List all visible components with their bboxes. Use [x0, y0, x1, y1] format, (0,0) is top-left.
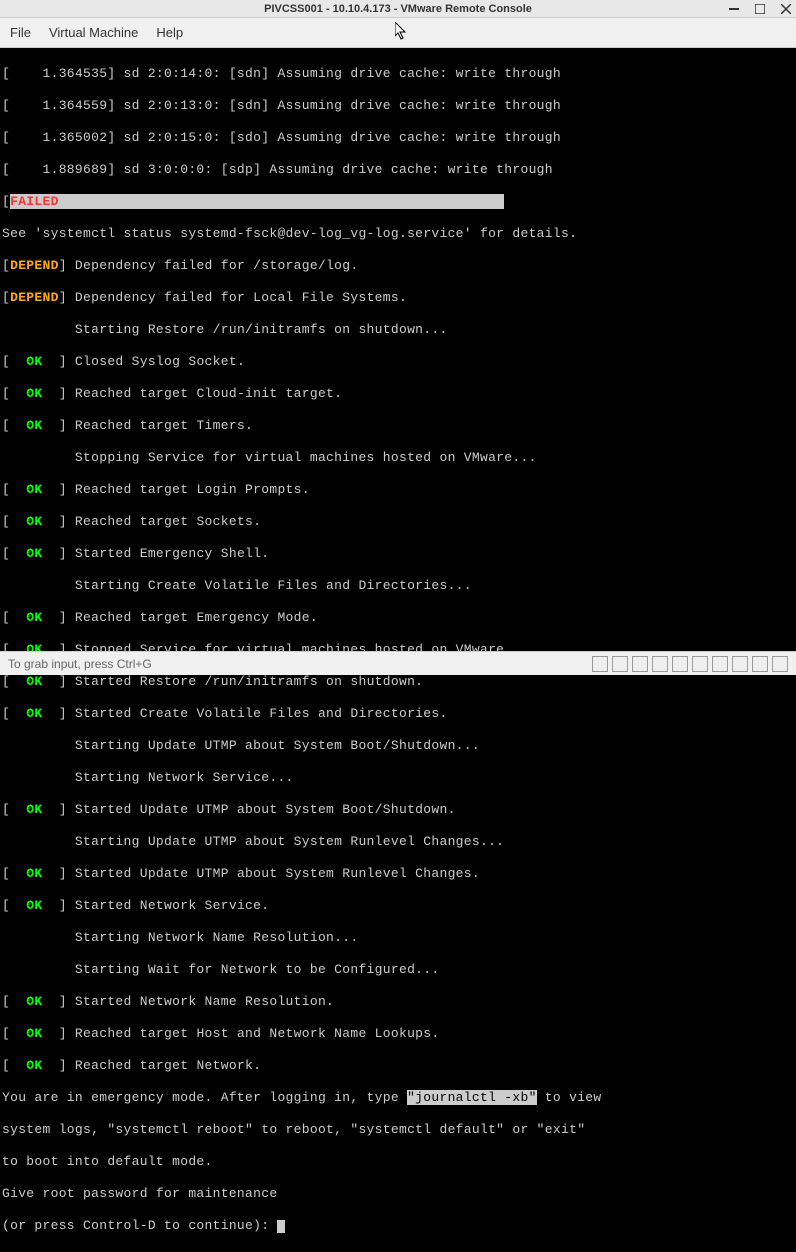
- boot-line: system logs, "systemctl reboot" to reboo…: [2, 1122, 794, 1138]
- statusbar: To grab input, press Ctrl+G: [0, 651, 796, 675]
- hdd-icon[interactable]: [652, 656, 668, 672]
- hdd-icon[interactable]: [592, 656, 608, 672]
- hdd-icon[interactable]: [692, 656, 708, 672]
- boot-line: [ 1.889689] sd 3:0:0:0: [sdp] Assuming d…: [2, 162, 794, 178]
- boot-line: [ OK ] Started Update UTMP about System …: [2, 866, 794, 882]
- boot-line: [ OK ] Started Network Name Resolution.: [2, 994, 794, 1010]
- boot-line: [ OK ] Reached target Timers.: [2, 418, 794, 434]
- menu-virtual-machine[interactable]: Virtual Machine: [49, 25, 138, 40]
- boot-line: [ OK ] Reached target Login Prompts.: [2, 482, 794, 498]
- boot-line: Starting Network Name Resolution...: [2, 930, 794, 946]
- boot-line: [ 1.365002] sd 2:0:15:0: [sdo] Assuming …: [2, 130, 794, 146]
- boot-line: [FAILED] Failed to start File System Che…: [2, 194, 794, 210]
- device-icons: [592, 656, 788, 672]
- boot-line: [DEPEND] Dependency failed for Local Fil…: [2, 290, 794, 306]
- boot-line: See 'systemctl status systemd-fsck@dev-l…: [2, 226, 794, 242]
- boot-line: [ OK ] Started Restore /run/initramfs on…: [2, 674, 794, 690]
- hdd-icon[interactable]: [672, 656, 688, 672]
- boot-line: Starting Restore /run/initramfs on shutd…: [2, 322, 794, 338]
- boot-line: [ OK ] Reached target Cloud-init target.: [2, 386, 794, 402]
- boot-line: Starting Wait for Network to be Configur…: [2, 962, 794, 978]
- boot-line: [ OK ] Reached target Host and Network N…: [2, 1026, 794, 1042]
- boot-line: Starting Update UTMP about System Runlev…: [2, 834, 794, 850]
- boot-line: to boot into default mode.: [2, 1154, 794, 1170]
- boot-line: [ 1.364559] sd 2:0:13:0: [sdn] Assuming …: [2, 98, 794, 114]
- maximize-button[interactable]: [754, 3, 766, 15]
- boot-line: You are in emergency mode. After logging…: [2, 1090, 794, 1106]
- window-title: PIVCSS001 - 10.10.4.173 - VMware Remote …: [264, 3, 532, 15]
- terminal-cursor-icon: [277, 1220, 285, 1233]
- boot-line: [ OK ] Reached target Network.: [2, 1058, 794, 1074]
- hdd-icon[interactable]: [632, 656, 648, 672]
- boot-line: [ OK ] Started Update UTMP about System …: [2, 802, 794, 818]
- terminal-output[interactable]: [ 1.364535] sd 2:0:14:0: [sdn] Assuming …: [0, 48, 796, 1252]
- minimize-button[interactable]: [728, 3, 740, 15]
- boot-line: Starting Update UTMP about System Boot/S…: [2, 738, 794, 754]
- boot-line: [ OK ] Reached target Sockets.: [2, 514, 794, 530]
- boot-line: [ OK ] Started Network Service.: [2, 898, 794, 914]
- hdd-icon[interactable]: [712, 656, 728, 672]
- boot-line: [ OK ] Started Create Volatile Files and…: [2, 706, 794, 722]
- network-icon[interactable]: [752, 656, 768, 672]
- close-button[interactable]: [780, 3, 792, 15]
- boot-line: Starting Create Volatile Files and Direc…: [2, 578, 794, 594]
- password-prompt[interactable]: (or press Control-D to continue):: [2, 1218, 794, 1234]
- statusbar-hint: To grab input, press Ctrl+G: [8, 657, 152, 671]
- boot-line: [ OK ] Closed Syslog Socket.: [2, 354, 794, 370]
- hdd-icon[interactable]: [612, 656, 628, 672]
- mouse-cursor-icon: [395, 22, 409, 45]
- usb-icon[interactable]: [772, 656, 788, 672]
- window-controls: [728, 0, 792, 18]
- titlebar: PIVCSS001 - 10.10.4.173 - VMware Remote …: [0, 0, 796, 18]
- boot-line: [ OK ] Reached target Emergency Mode.: [2, 610, 794, 626]
- menu-file[interactable]: File: [10, 25, 31, 40]
- boot-line: Stopping Service for virtual machines ho…: [2, 450, 794, 466]
- boot-line: Give root password for maintenance: [2, 1186, 794, 1202]
- boot-line: [ OK ] Started Emergency Shell.: [2, 546, 794, 562]
- boot-line: Starting Network Service...: [2, 770, 794, 786]
- cd-icon[interactable]: [732, 656, 748, 672]
- menu-help[interactable]: Help: [156, 25, 183, 40]
- boot-line: [ 1.364535] sd 2:0:14:0: [sdn] Assuming …: [2, 66, 794, 82]
- boot-line: [DEPEND] Dependency failed for /storage/…: [2, 258, 794, 274]
